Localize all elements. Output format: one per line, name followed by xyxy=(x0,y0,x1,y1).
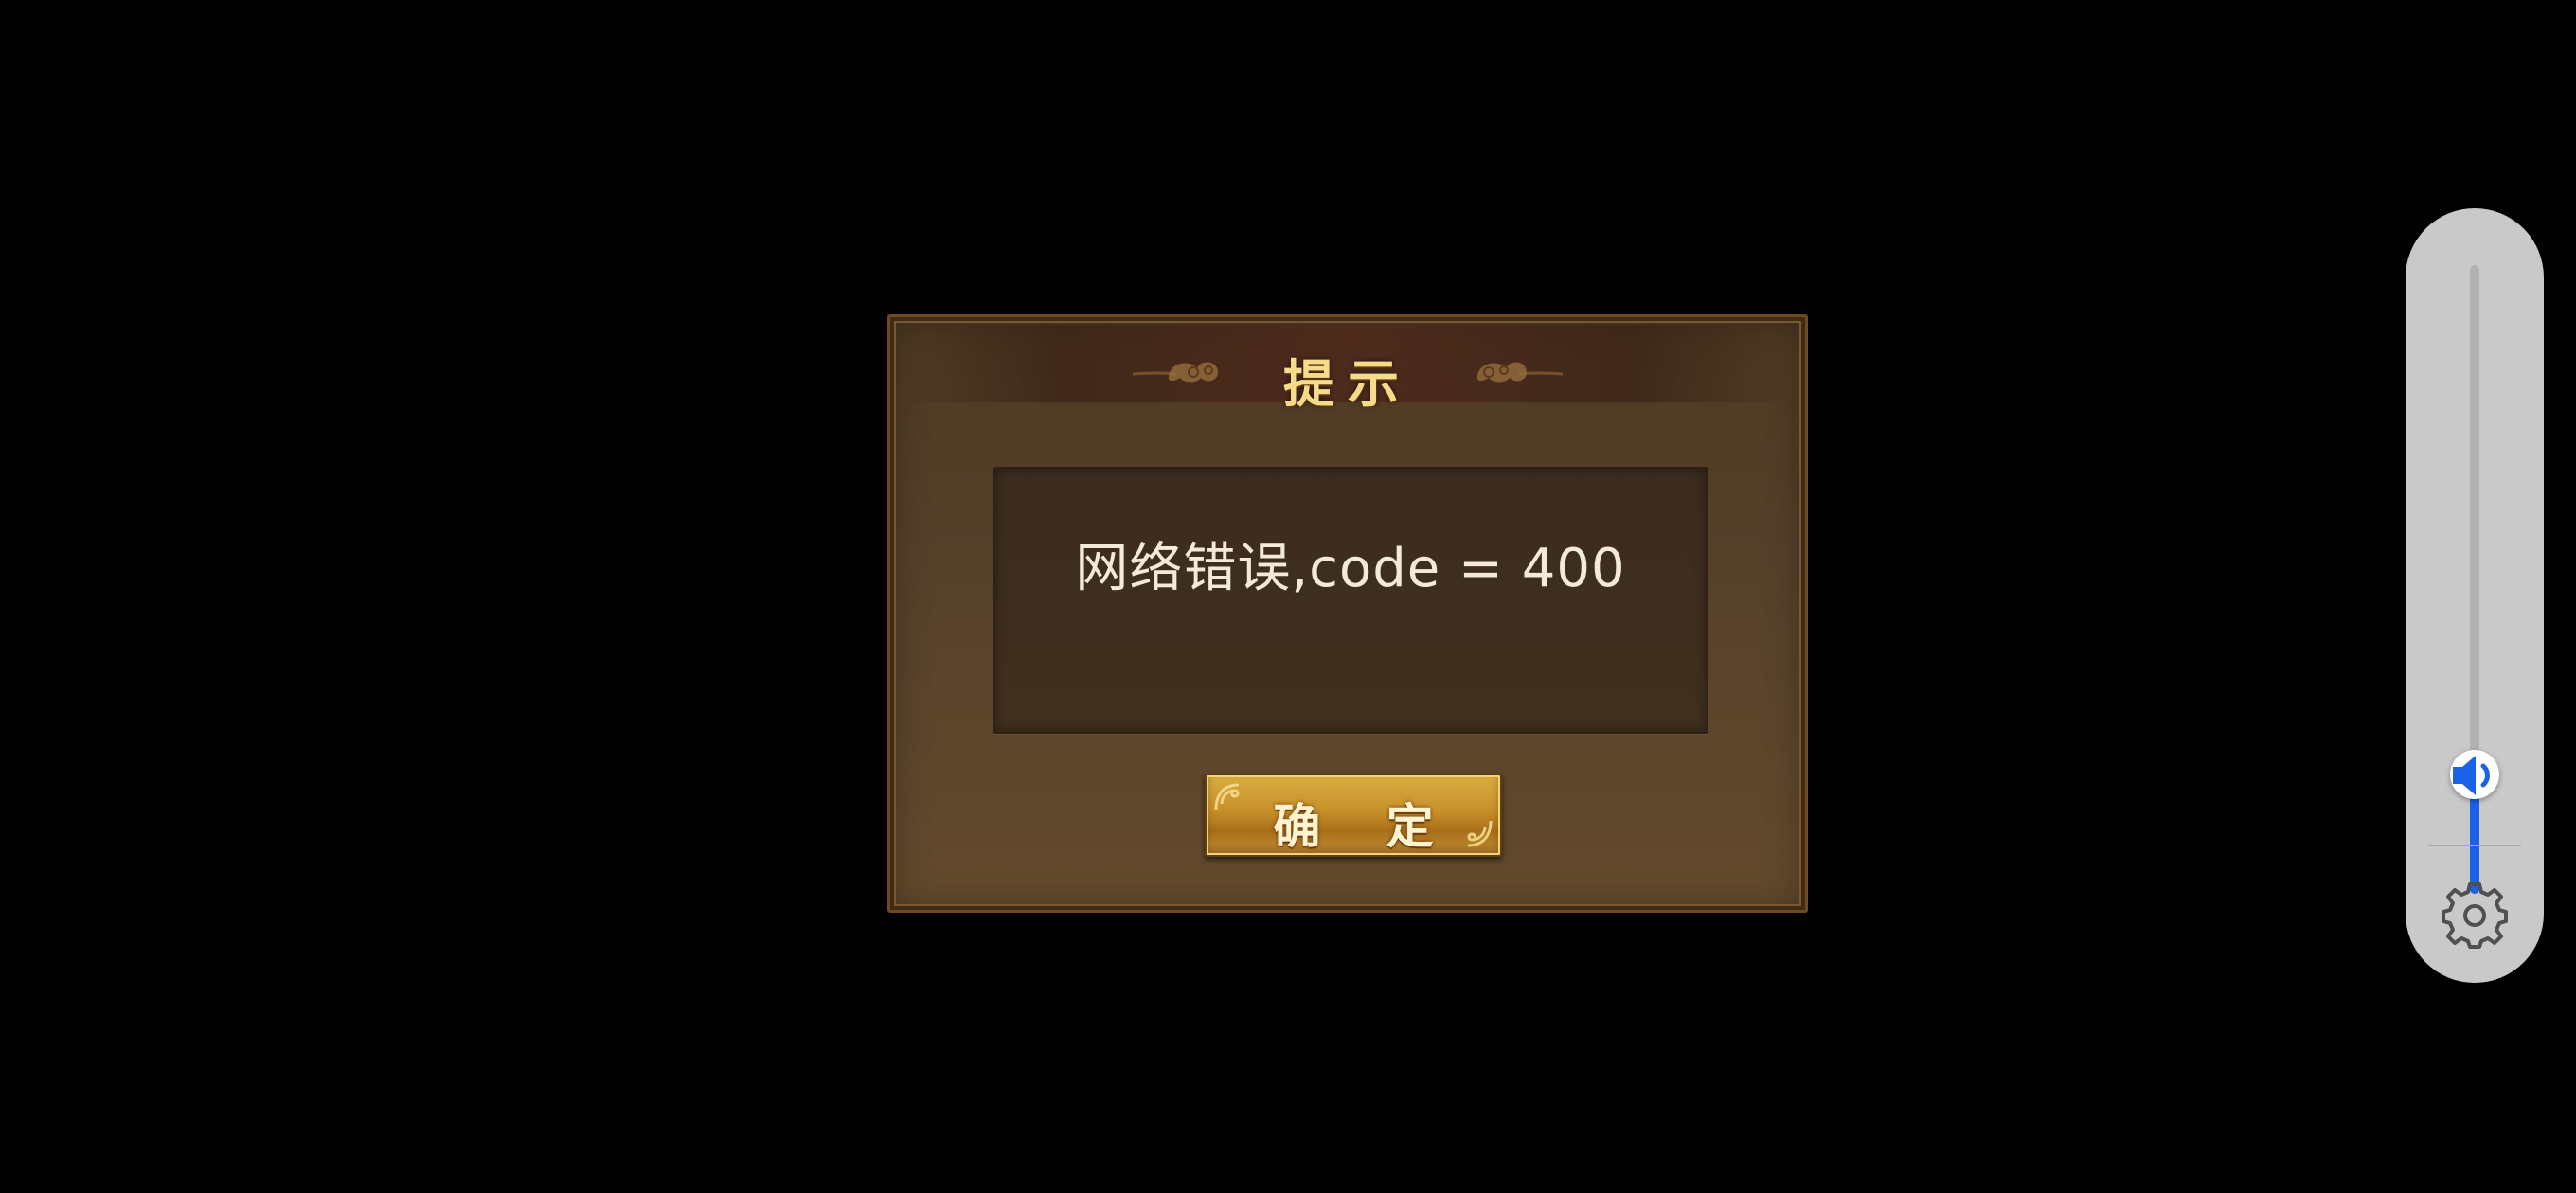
cloud-ornament-icon xyxy=(1477,362,1564,383)
panel-divider xyxy=(2428,845,2521,846)
error-message: 网络错误,code = 400 xyxy=(1075,538,1626,599)
swirl-ornament-icon xyxy=(1467,820,1493,847)
message-panel: 网络错误,code = 400 xyxy=(993,467,1708,734)
prompt-dialog: 提示 网络错误,code = 400 确 定 xyxy=(887,314,1808,913)
dialog-title: 提示 xyxy=(1283,353,1412,414)
game-screen: 提示 网络错误,code = 400 确 定 xyxy=(0,0,2576,1193)
gear-icon[interactable] xyxy=(2440,881,2510,951)
dialog-header: 提示 xyxy=(898,325,1798,414)
speaker-icon[interactable] xyxy=(2447,748,2502,803)
confirm-button-label: 确 定 xyxy=(1273,798,1458,854)
volume-panel xyxy=(2406,208,2544,983)
confirm-button[interactable]: 确 定 xyxy=(1205,774,1502,857)
